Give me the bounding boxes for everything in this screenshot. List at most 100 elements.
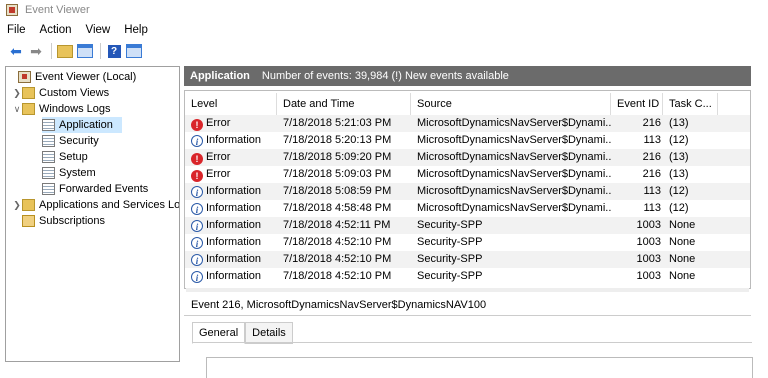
- table-row[interactable]: ! Error 7/18/2018 5:21:03 PM MicrosoftDynam…: [185, 115, 750, 132]
- event-viewer-icon: [6, 4, 18, 16]
- horizontal-scrollbar[interactable]: [186, 288, 749, 292]
- event-id-cell: 113: [643, 185, 661, 197]
- tree-item-forwarded-events[interactable]: Forwarded Events: [42, 181, 148, 197]
- menu-action[interactable]: Action: [33, 24, 79, 36]
- table-row[interactable]: i Information 7/18/2018 4:52:10 PM Security…: [185, 268, 750, 285]
- table-row[interactable]: i Information 7/18/2018 4:52:11 PM Security…: [185, 217, 750, 234]
- window-title: Event Viewer: [25, 4, 90, 16]
- forward-icon[interactable]: ➡: [28, 43, 44, 59]
- event-count: Number of events: 39,984 (!) New events …: [261, 70, 509, 82]
- level-cell: ! Error: [191, 166, 277, 183]
- toolbar-separator: [51, 43, 52, 59]
- level-text: Information: [206, 134, 262, 146]
- task-category-cell: None: [669, 253, 696, 265]
- chevron-right-icon[interactable]: ❯: [12, 200, 22, 211]
- information-icon: i: [191, 203, 203, 215]
- task-category-cell: (13): [669, 168, 689, 180]
- tree-item-label: Subscriptions: [39, 215, 106, 227]
- event-detail-header: Event 216, MicrosoftDynamicsNavServer$Dy…: [184, 294, 751, 316]
- level-text: Error: [206, 151, 231, 163]
- information-icon: i: [191, 271, 203, 283]
- level-text: Information: [206, 270, 262, 282]
- source-cell: MicrosoftDynamicsNavServer$Dynami...: [417, 134, 611, 146]
- title-bar: Event Viewer: [0, 0, 768, 20]
- tree-item-custom-views[interactable]: ❯ Custom Views: [12, 85, 109, 101]
- chevron-right-icon[interactable]: ❯: [12, 88, 22, 99]
- tab-general[interactable]: General: [192, 322, 246, 344]
- source-cell: MicrosoftDynamicsNavServer$Dynami...: [417, 185, 611, 197]
- level-text: Information: [206, 236, 262, 248]
- level-text: Information: [206, 185, 262, 197]
- tree-item-label: Setup: [59, 151, 88, 163]
- table-row[interactable]: i Information 7/18/2018 4:52:10 PM Security…: [185, 251, 750, 268]
- source-cell: Security-SPP: [417, 236, 483, 248]
- table-row[interactable]: ! Error 7/18/2018 5:09:03 PM MicrosoftDynam…: [185, 166, 750, 183]
- log-title: Application: [190, 70, 250, 82]
- table-row[interactable]: i Information 7/18/2018 4:52:10 PM Security…: [185, 234, 750, 251]
- action-pane-icon[interactable]: [126, 43, 142, 59]
- folder-icon: [22, 87, 35, 99]
- task-category-cell: None: [669, 236, 696, 248]
- tree-item-event-viewer-local[interactable]: Event Viewer (Local): [8, 69, 136, 85]
- column-header-task-category[interactable]: Task C...: [663, 93, 718, 115]
- level-cell: i Information: [191, 234, 277, 251]
- tree-item-label: System: [59, 167, 96, 179]
- menu-file[interactable]: File: [0, 24, 33, 36]
- date-time-cell: 7/18/2018 4:52:10 PM: [283, 236, 392, 248]
- show-hide-tree-icon[interactable]: [77, 43, 93, 59]
- table-row[interactable]: ! Error 7/18/2018 5:09:20 PM MicrosoftDynam…: [185, 149, 750, 166]
- events-grid: Level Date and Time Source Event ID Task…: [184, 90, 751, 289]
- error-icon: !: [191, 170, 203, 182]
- toolbar-separator: [100, 43, 101, 59]
- tab-details[interactable]: Details: [245, 322, 293, 344]
- column-header-date-time[interactable]: Date and Time: [277, 93, 411, 115]
- event-id-cell: 113: [643, 202, 661, 214]
- tree-item-label: Custom Views: [39, 87, 110, 99]
- tree-item-setup[interactable]: Setup: [42, 149, 88, 165]
- navigation-tree: Event Viewer (Local) ❯ Custom Views ∨ Wi…: [5, 66, 180, 362]
- table-row[interactable]: i Information 7/18/2018 5:20:13 PM Microsof…: [185, 132, 750, 149]
- event-viewer-icon: [18, 71, 31, 83]
- tree-item-system[interactable]: System: [42, 165, 96, 181]
- tree-item-application[interactable]: Application: [42, 117, 122, 133]
- chevron-down-icon[interactable]: ∨: [12, 104, 22, 115]
- table-row[interactable]: i Information 7/18/2018 4:58:48 PM Microsof…: [185, 200, 750, 217]
- task-category-cell: None: [669, 270, 696, 282]
- column-header-level[interactable]: Level: [185, 93, 277, 115]
- task-category-cell: (12): [669, 202, 689, 214]
- information-icon: i: [191, 220, 203, 232]
- tree-item-label: Windows Logs: [39, 103, 111, 115]
- date-time-cell: 7/18/2018 4:52:10 PM: [283, 253, 392, 265]
- level-cell: ! Error: [191, 115, 277, 132]
- tree-item-label: Event Viewer (Local): [35, 71, 137, 83]
- error-icon: !: [191, 153, 203, 165]
- help-icon[interactable]: ?: [106, 43, 122, 59]
- level-cell: i Information: [191, 200, 277, 217]
- folder-icon: [22, 103, 35, 115]
- tree-item-security[interactable]: Security: [42, 133, 99, 149]
- detail-panel: [192, 342, 753, 378]
- information-icon: i: [191, 186, 203, 198]
- menu-help[interactable]: Help: [117, 24, 155, 36]
- back-icon[interactable]: ⬅: [8, 43, 24, 59]
- column-header-event-id[interactable]: Event ID: [611, 93, 663, 115]
- source-cell: Security-SPP: [417, 270, 483, 282]
- column-header-source[interactable]: Source: [411, 93, 611, 115]
- event-id-cell: 216: [642, 117, 661, 129]
- level-cell: ! Error: [191, 149, 277, 166]
- source-cell: MicrosoftDynamicsNavServer$Dynami...: [417, 151, 611, 163]
- level-cell: i Information: [191, 132, 277, 149]
- folder-icon: [22, 199, 35, 211]
- task-category-cell: (13): [669, 151, 689, 163]
- menu-view[interactable]: View: [79, 24, 118, 36]
- source-cell: Security-SPP: [417, 253, 483, 265]
- level-cell: i Information: [191, 183, 277, 200]
- table-row[interactable]: i Information 7/18/2018 5:08:59 PM Microsof…: [185, 183, 750, 200]
- tree-item-windows-logs[interactable]: ∨ Windows Logs: [12, 101, 111, 117]
- up-folder-icon[interactable]: [57, 43, 73, 59]
- event-id-cell: 1003: [636, 236, 661, 248]
- tree-item-label: Security: [59, 135, 99, 147]
- menu-bar: File Action View Help: [0, 20, 155, 40]
- tree-item-applications-services[interactable]: ❯ Applications and Services Lo: [12, 197, 179, 213]
- tree-item-subscriptions[interactable]: Subscriptions: [22, 213, 105, 229]
